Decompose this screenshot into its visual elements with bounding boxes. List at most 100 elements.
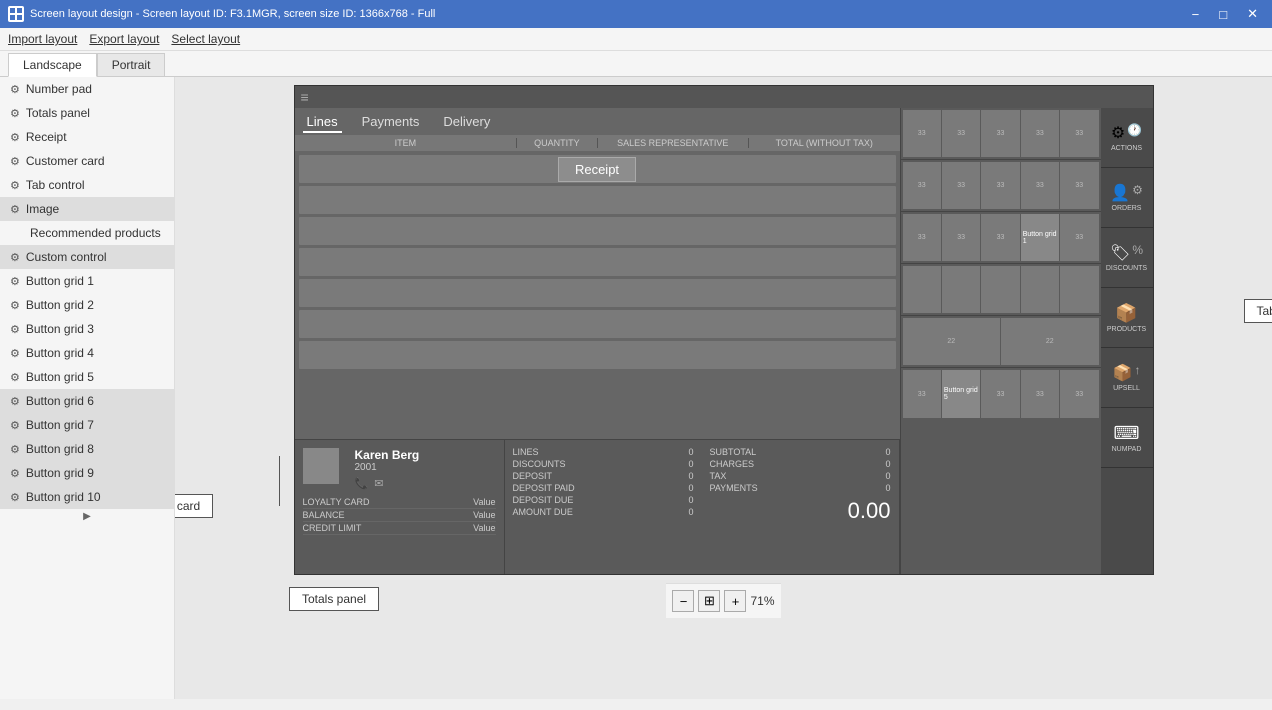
btn-cell[interactable]: 33 [981, 110, 1019, 157]
btn-cell[interactable] [903, 266, 941, 313]
btn-cell[interactable]: 33 [903, 370, 941, 418]
sidebar-item-customercard[interactable]: ⚙ Customer card [0, 149, 174, 173]
sidebar-label-customercard: Customer card [26, 154, 105, 168]
scroll-arrow-down[interactable]: ▶ [0, 509, 174, 524]
phone-icon: 📞 [355, 477, 369, 490]
sidebar-label-btngrid6: Button grid 6 [26, 394, 94, 408]
btn-cell[interactable]: 33 [903, 110, 941, 157]
customer-avatar [303, 448, 339, 484]
btn-grid5-label[interactable]: Button grid 5 [942, 370, 980, 418]
sidebar-label-tabcontrol: Tab control [26, 178, 85, 192]
btn-cell[interactable]: 33 [981, 370, 1019, 418]
action-btn-upsell[interactable]: 📦 ↑ UPSELL [1101, 348, 1153, 408]
btn-cell-22b[interactable]: 22 [1001, 318, 1099, 365]
sidebar-item-btngrid4[interactable]: ⚙ Button grid 4 [0, 341, 174, 365]
btn-cell[interactable] [1021, 266, 1059, 313]
maximize-button[interactable]: □ [1213, 6, 1233, 22]
btn-cell[interactable] [981, 266, 1019, 313]
action-btn-numpad[interactable]: ⌨ NUMPAD [1101, 408, 1153, 468]
sidebar-item-tabcontrol[interactable]: ⚙ Tab control [0, 173, 174, 197]
customer-card-section: Karen Berg 2001 📞 ✉ [295, 439, 900, 574]
minimize-button[interactable]: − [1186, 6, 1206, 22]
total-row-deposit: DEPOSIT 0 [513, 470, 694, 482]
customer-contact-icons: 📞 ✉ [355, 477, 420, 490]
receipt-row [299, 248, 896, 276]
receipt-tab-lines[interactable]: Lines [303, 112, 342, 133]
btn-cell[interactable]: 33 [942, 162, 980, 209]
receipt-tab-delivery[interactable]: Delivery [439, 112, 494, 133]
menu-item-import[interactable]: Import layout [8, 32, 77, 46]
action-label-upsell: UPSELL [1113, 385, 1140, 392]
gear-icon: ⚙ [10, 275, 20, 288]
sidebar-label-btngrid5: Button grid 5 [26, 370, 94, 384]
receipt-row [299, 279, 896, 307]
btn-cell[interactable]: 33 [1060, 370, 1098, 418]
sidebar-item-btngrid8[interactable]: ⚙ Button grid 8 [0, 437, 174, 461]
btn-cell[interactable] [942, 266, 980, 313]
gear-icon: ⚙ [10, 155, 20, 168]
gear-icon: ⚙ [10, 179, 20, 192]
sidebar-item-recommended[interactable]: Recommended products [0, 221, 174, 245]
btn-cell[interactable]: 33 [942, 110, 980, 157]
sidebar-item-btngrid7[interactable]: ⚙ Button grid 7 [0, 413, 174, 437]
btn-cell[interactable]: 33 [1021, 370, 1059, 418]
window-controls: − □ ✕ [1186, 6, 1264, 22]
screen-canvas: ≡ Lines Payments Delivery ITEM [294, 85, 1154, 575]
action-btn-discounts[interactable]: 🏷 % DISCOUNTS [1101, 228, 1153, 288]
btn-cell[interactable]: 33 [903, 162, 941, 209]
sidebar-item-btngrid9[interactable]: ⚙ Button grid 9 [0, 461, 174, 485]
zoom-minus-button[interactable]: − [672, 590, 694, 612]
btn-cell[interactable]: 33 [1021, 110, 1059, 157]
btn-cell[interactable]: 33 [1021, 162, 1059, 209]
menu-item-select[interactable]: Select layout [171, 32, 240, 46]
btn-cell[interactable]: 33 [1060, 110, 1098, 157]
sidebar-item-numberpad[interactable]: ⚙ Number pad [0, 77, 174, 101]
field-balance: BALANCE Value [303, 509, 496, 522]
sidebar-item-totalspanel[interactable]: ⚙ Totals panel [0, 101, 174, 125]
sidebar-item-btngrid2[interactable]: ⚙ Button grid 2 [0, 293, 174, 317]
btn-cell-22a[interactable]: 22 [903, 318, 1001, 365]
total-row-lines: LINES 0 [513, 446, 694, 458]
close-button[interactable]: ✕ [1241, 6, 1264, 22]
annotation-tabcontrol: Tab control [1244, 310, 1272, 311]
sidebar-label-btngrid3: Button grid 3 [26, 322, 94, 336]
sidebar-label-btngrid10: Button grid 10 [26, 490, 101, 504]
sidebar-item-image[interactable]: ⚙ Image [0, 197, 174, 221]
action-btn-orders[interactable]: 👤 ⚙ ORDERS [1101, 168, 1153, 228]
btn-cell[interactable]: 33 [1060, 214, 1098, 261]
total-row-depositpaid: DEPOSIT PAID 0 [513, 482, 694, 494]
btn-cell[interactable]: 33 [942, 214, 980, 261]
sidebar-item-btngrid10[interactable]: ⚙ Button grid 10 [0, 485, 174, 509]
sidebar-item-btngrid5[interactable]: ⚙ Button grid 5 [0, 365, 174, 389]
tab-portrait[interactable]: Portrait [97, 53, 166, 76]
tabs-bar: Landscape Portrait [0, 51, 1272, 77]
sidebar-item-customcontrol[interactable]: ⚙ Custom control [0, 245, 174, 269]
sidebar-label-btngrid2: Button grid 2 [26, 298, 94, 312]
btn-cell[interactable]: 33 [903, 214, 941, 261]
sidebar-item-btngrid1[interactable]: ⚙ Button grid 1 [0, 269, 174, 293]
btn-cell-labeled[interactable]: Button grid 1 [1021, 214, 1059, 261]
field-loyalty: LOYALTY CARD Value [303, 496, 496, 509]
zoom-level: 71% [750, 594, 774, 608]
btn-cell[interactable]: 33 [1060, 162, 1098, 209]
sidebar-item-btngrid6[interactable]: ⚙ Button grid 6 [0, 389, 174, 413]
gear-icon: ⚙ [10, 443, 20, 456]
gear-icon: ⚙ [10, 83, 20, 96]
email-icon: ✉ [374, 477, 383, 490]
btn-cell[interactable]: 33 [981, 162, 1019, 209]
action-btn-products[interactable]: 📦 PRODUCTS [1101, 288, 1153, 348]
zoom-plus-button[interactable]: + [724, 590, 746, 612]
tab-landscape[interactable]: Landscape [8, 53, 97, 77]
zoom-reset-button[interactable]: ⊞ [698, 590, 720, 612]
sidebar-item-receipt[interactable]: ⚙ Receipt [0, 125, 174, 149]
btn-cell[interactable] [1060, 266, 1098, 313]
menu-item-export[interactable]: Export layout [89, 32, 159, 46]
btn-cell[interactable]: 33 [981, 214, 1019, 261]
zoom-bar: − ⊞ + 71% [666, 583, 780, 618]
sidebar-item-btngrid3[interactable]: ⚙ Button grid 3 [0, 317, 174, 341]
callout-totalspanel: Totals panel [289, 587, 379, 611]
gear-icon: ⚙ [10, 131, 20, 144]
action-btn-actions[interactable]: ⚙ 🕐 ACTIONS [1101, 108, 1153, 168]
gear-icon: ⚙ [10, 299, 20, 312]
receipt-tab-payments[interactable]: Payments [358, 112, 424, 133]
